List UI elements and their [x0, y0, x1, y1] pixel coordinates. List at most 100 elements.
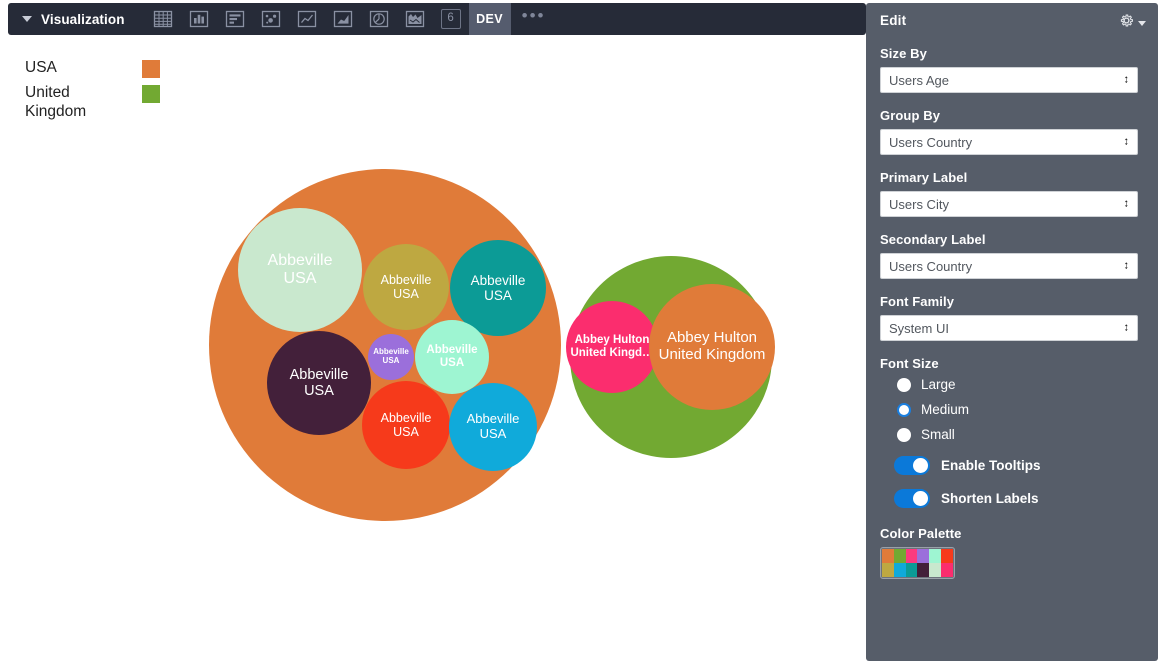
legend-label: USA — [25, 59, 57, 76]
toggle-enable-tooltips[interactable]: Enable Tooltips — [894, 456, 1138, 475]
font-family-select[interactable]: System UI ↕ — [880, 315, 1138, 341]
secondary-label-select[interactable]: Users Country ↕ — [880, 253, 1138, 279]
updown-arrow-icon: ↕ — [1123, 73, 1130, 86]
top-toolbar: Visualization 6 DEV ••• — [8, 3, 866, 35]
palette-swatch — [917, 563, 930, 577]
palette-swatch — [905, 549, 918, 563]
visualization-title: Visualization — [41, 11, 125, 27]
bubble-label: Abbeville USA — [426, 344, 478, 369]
primary-label-value: Users City — [889, 196, 949, 212]
field-label-secondary-label: Secondary Label — [880, 232, 986, 247]
radio-indicator-selected — [897, 402, 911, 417]
legend-label: United Kingdom — [25, 83, 87, 121]
bubble[interactable]: Abbeville USA — [267, 331, 371, 435]
radio-indicator — [897, 427, 911, 442]
visualization-type-icons: 6 DEV ••• — [145, 3, 557, 35]
bubble[interactable]: Abbeville USA — [368, 334, 414, 380]
updown-arrow-icon: ↕ — [1123, 321, 1130, 334]
bar-chart-icon[interactable] — [181, 3, 217, 35]
bubble-label: Abbeville USA — [380, 411, 432, 439]
bubble-label: Abbeville USA — [373, 347, 409, 365]
font-family-value: System UI — [889, 320, 949, 336]
palette-swatch — [882, 563, 894, 577]
field-label-primary-label: Primary Label — [880, 170, 968, 185]
bubble[interactable]: Abbeville USA — [449, 383, 537, 471]
palette-swatch — [905, 563, 918, 577]
map-icon[interactable] — [397, 3, 433, 35]
radio-indicator — [897, 377, 911, 392]
horizontal-bar-chart-icon[interactable] — [217, 3, 253, 35]
bubble-label: Abbeville USA — [466, 411, 520, 441]
bubble[interactable]: Abbeville USA — [238, 208, 362, 332]
group-by-value: Users Country — [889, 134, 973, 150]
palette-swatch — [929, 563, 942, 577]
bubble-label: Abbeville USA — [470, 272, 526, 303]
field-label-color-palette: Color Palette — [880, 526, 962, 541]
palette-swatch — [941, 549, 953, 563]
radio-label: Medium — [921, 402, 970, 417]
toggle-label: Enable Tooltips — [941, 458, 1041, 473]
color-palette-picker[interactable] — [880, 547, 955, 579]
bubble-label: Abbeville USA — [380, 273, 432, 301]
line-chart-icon[interactable] — [289, 3, 325, 35]
group-by-select[interactable]: Users Country ↕ — [880, 129, 1138, 155]
edit-panel-header: Edit — [866, 3, 1158, 38]
toggle-shorten-labels[interactable]: Shorten Labels — [894, 489, 1138, 508]
overflow-menu-icon[interactable]: ••• — [511, 3, 557, 35]
toggle-switch — [894, 489, 930, 508]
edit-panel-title: Edit — [880, 13, 907, 28]
area-chart-icon[interactable] — [325, 3, 361, 35]
palette-swatch — [917, 549, 930, 563]
legend-item-usa[interactable]: USA — [25, 58, 160, 78]
scatter-plot-icon[interactable] — [253, 3, 289, 35]
toggle-label: Shorten Labels — [941, 491, 1039, 506]
visualization-app: Visualization 6 DEV ••• USA United Kingd… — [0, 0, 1161, 671]
legend-swatch — [142, 60, 160, 78]
bubble[interactable]: Abbeville USA — [363, 244, 449, 330]
palette-swatch — [893, 549, 906, 563]
palette-swatch — [882, 549, 894, 563]
table-icon[interactable] — [145, 3, 181, 35]
field-label-font-size: Font Size — [880, 356, 939, 371]
palette-swatch — [929, 549, 942, 563]
edit-panel-body: Size By Users Age ↕ Group By Users Count… — [866, 38, 1158, 579]
bubble[interactable]: Abbeville USA — [362, 381, 450, 469]
legend-swatch — [142, 84, 160, 103]
size-by-value: Users Age — [889, 72, 949, 88]
primary-label-select[interactable]: Users City ↕ — [880, 191, 1138, 217]
tab-dev[interactable]: DEV — [468, 3, 511, 35]
radio-font-size-large[interactable]: Large — [897, 377, 1138, 392]
chart-canvas: USA United Kingdom Abbeville USA Abbevill… — [0, 38, 866, 671]
bubble-label: Abbeville USA — [289, 366, 349, 399]
palette-swatch — [941, 563, 953, 577]
radio-label: Small — [921, 427, 955, 442]
single-value-label: 6 — [440, 9, 461, 29]
updown-arrow-icon: ↕ — [1123, 135, 1130, 148]
chevron-down-icon[interactable] — [1138, 20, 1146, 26]
edit-panel: Edit Size By Users Age ↕ Group By Users … — [866, 3, 1158, 661]
bubble-label: Abbeville USA — [267, 252, 333, 287]
field-label-font-family: Font Family — [880, 294, 955, 309]
field-label-size-by: Size By — [880, 46, 927, 61]
secondary-label-value: Users Country — [889, 258, 973, 274]
dev-label: DEV — [476, 12, 504, 26]
bubble[interactable]: Abbey Hulton United Kingd… — [566, 301, 658, 393]
toggle-switch — [894, 456, 930, 475]
bubble[interactable]: Abbey Hulton United Kingdom — [649, 284, 775, 410]
bubble-label: Abbey Hulton United Kingdom — [658, 329, 766, 363]
bubble[interactable]: Abbeville USA — [415, 320, 489, 394]
bubble-label: Abbey Hulton United Kingd… — [570, 334, 654, 359]
single-value-icon[interactable]: 6 — [433, 3, 469, 35]
gear-icon[interactable] — [1118, 12, 1135, 34]
size-by-select[interactable]: Users Age ↕ — [880, 67, 1138, 93]
visualization-menu[interactable]: Visualization — [8, 3, 139, 35]
pie-chart-icon[interactable] — [361, 3, 397, 35]
chevron-down-icon — [22, 16, 32, 22]
legend-item-united-kingdom[interactable]: United Kingdom — [25, 83, 160, 122]
field-label-group-by: Group By — [880, 108, 941, 123]
toggle-knob — [913, 458, 928, 473]
radio-font-size-small[interactable]: Small — [897, 427, 1138, 442]
updown-arrow-icon: ↕ — [1123, 259, 1130, 272]
toggle-knob — [913, 491, 928, 506]
radio-font-size-medium[interactable]: Medium — [897, 402, 1138, 417]
